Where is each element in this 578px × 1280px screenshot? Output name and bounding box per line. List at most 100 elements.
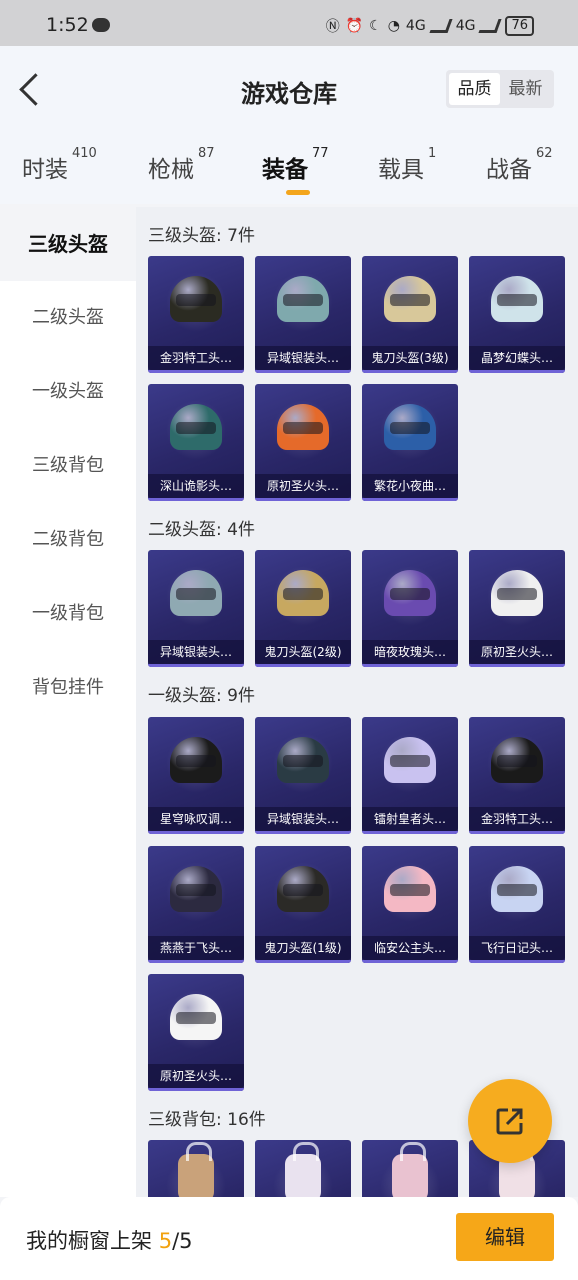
- helmet-icon: [170, 276, 222, 322]
- sidebar-item-backpack-charm[interactable]: 背包挂件: [0, 651, 136, 725]
- item-name: 金羽特工头…: [148, 346, 244, 370]
- helmet-icon: [384, 276, 436, 322]
- sidebar-item-level3-backpack[interactable]: 三级背包: [0, 429, 136, 503]
- helmet-icon: [491, 737, 543, 783]
- helmet-icon: [384, 737, 436, 783]
- item-card[interactable]: [255, 1140, 351, 1197]
- showcase-bar: 我的橱窗上架 5/5 编辑: [0, 1197, 578, 1280]
- sidebar-item-level2-helmet[interactable]: 二级头盔: [0, 281, 136, 355]
- item-name: 原初圣火头…: [469, 640, 565, 664]
- moon-icon: ☾: [369, 18, 382, 34]
- item-name: 鬼刀头盔(2级): [255, 640, 351, 664]
- showcase-current-count: 5: [158, 1229, 173, 1253]
- item-card[interactable]: 繁花小夜曲…: [362, 384, 458, 501]
- item-card[interactable]: 鬼刀头盔(1级): [255, 846, 351, 963]
- helmet-icon: [277, 276, 329, 322]
- network-type-1: 4G: [405, 18, 426, 34]
- helmet-icon: [170, 570, 222, 616]
- item-card[interactable]: 原初圣火头…: [255, 384, 351, 501]
- item-name: 晶梦幻蝶头…: [469, 346, 565, 370]
- tab-label: 载具: [378, 157, 424, 183]
- item-card[interactable]: 晶梦幻蝶头…: [469, 256, 565, 373]
- helmet-icon: [277, 866, 329, 912]
- showcase-label: 我的橱窗上架 5/5: [26, 1225, 193, 1255]
- item-card[interactable]: 飞行日记头…: [469, 846, 565, 963]
- item-name: 异域银装头…: [255, 346, 351, 370]
- sidebar: 三级头盔 二级头盔 一级头盔 三级背包 二级背包 一级背包 背包挂件: [0, 207, 136, 1197]
- category-tabs: 时装 410 枪械 87 装备 77 载具 1 战备 62: [0, 134, 578, 204]
- helmet-icon: [491, 570, 543, 616]
- item-name: 鬼刀头盔(3级): [362, 346, 458, 370]
- item-name: 星穹咏叹调…: [148, 807, 244, 831]
- helmet-icon: [170, 404, 222, 450]
- item-card[interactable]: [362, 1140, 458, 1197]
- backpack-icon: [392, 1142, 428, 1197]
- item-name: 异域银装头…: [148, 640, 244, 664]
- sidebar-item-level3-helmet[interactable]: 三级头盔: [0, 207, 136, 281]
- sort-quality-option[interactable]: 品质: [449, 73, 500, 105]
- helmet-icon: [491, 276, 543, 322]
- helmet-icon: [277, 737, 329, 783]
- tab-count: 87: [198, 146, 215, 161]
- helmet-icon: [170, 866, 222, 912]
- helmet-icon: [384, 866, 436, 912]
- status-bar: 1:52 Ⓝ ⏰ ☾ ◔ 4G 4G 76: [0, 0, 578, 46]
- item-card[interactable]: 暗夜玫瑰头…: [362, 550, 458, 667]
- sort-toggle: 品质 最新: [446, 70, 554, 108]
- active-tab-indicator: [286, 190, 310, 195]
- helmet-icon: [384, 570, 436, 616]
- tab-count: 77: [312, 146, 329, 161]
- backpack-icon: [285, 1142, 321, 1197]
- tab-count: 1: [428, 146, 437, 161]
- showcase-text: 我的橱窗上架: [26, 1229, 159, 1253]
- item-card[interactable]: 原初圣火头…: [469, 550, 565, 667]
- item-card[interactable]: 镭射皇者头…: [362, 717, 458, 834]
- item-name: 飞行日记头…: [469, 936, 565, 960]
- item-card[interactable]: 燕燕于飞头…: [148, 846, 244, 963]
- section-title: 一级头盔: 9件: [148, 686, 255, 706]
- share-icon: [496, 1108, 523, 1135]
- item-card[interactable]: 原初圣火头…: [148, 974, 244, 1091]
- tab-label: 枪械: [148, 157, 194, 183]
- item-name: 金羽特工头…: [469, 807, 565, 831]
- battery-icon: 76: [505, 16, 534, 36]
- item-card[interactable]: 异域银装头…: [255, 717, 351, 834]
- sidebar-item-level1-helmet[interactable]: 一级头盔: [0, 355, 136, 429]
- network-type-2: 4G: [455, 18, 476, 34]
- helmet-icon: [491, 866, 543, 912]
- item-card[interactable]: [148, 1140, 244, 1197]
- item-card[interactable]: 星穹咏叹调…: [148, 717, 244, 834]
- item-name: 镭射皇者头…: [362, 807, 458, 831]
- sidebar-item-level1-backpack[interactable]: 一级背包: [0, 577, 136, 651]
- tab-fashion[interactable]: 时装 410: [22, 146, 97, 184]
- section-title: 三级头盔: 7件: [148, 226, 255, 246]
- tab-guns[interactable]: 枪械 87: [148, 146, 215, 184]
- item-name: 临安公主头…: [362, 936, 458, 960]
- section-title: 二级头盔: 4件: [148, 520, 255, 540]
- item-card[interactable]: 深山诡影头…: [148, 384, 244, 501]
- signal-icon: [429, 19, 453, 33]
- sort-latest-option[interactable]: 最新: [500, 73, 551, 105]
- edit-button[interactable]: 编辑: [456, 1213, 554, 1261]
- tab-supplies[interactable]: 战备 62: [486, 146, 553, 184]
- tab-count: 410: [72, 146, 97, 161]
- helmet-icon: [277, 570, 329, 616]
- signal-icon: [478, 19, 503, 33]
- helmet-icon: [170, 737, 222, 783]
- item-name: 深山诡影头…: [148, 474, 244, 498]
- tab-equipment[interactable]: 装备 77: [262, 146, 329, 195]
- tab-count: 62: [536, 146, 553, 161]
- tab-vehicles[interactable]: 载具 1: [378, 146, 436, 184]
- item-name: 繁花小夜曲…: [362, 474, 458, 498]
- item-card[interactable]: 鬼刀头盔(2级): [255, 550, 351, 667]
- share-button[interactable]: [468, 1079, 552, 1163]
- status-icons: Ⓝ ⏰ ☾ ◔ 4G 4G 76: [326, 16, 534, 36]
- item-card[interactable]: 异域银装头…: [255, 256, 351, 373]
- item-card[interactable]: 异域银装头…: [148, 550, 244, 667]
- item-card[interactable]: 金羽特工头…: [469, 717, 565, 834]
- item-card[interactable]: 金羽特工头…: [148, 256, 244, 373]
- item-card[interactable]: 临安公主头…: [362, 846, 458, 963]
- item-card[interactable]: 鬼刀头盔(3级): [362, 256, 458, 373]
- helmet-icon: [170, 994, 222, 1040]
- sidebar-item-level2-backpack[interactable]: 二级背包: [0, 503, 136, 577]
